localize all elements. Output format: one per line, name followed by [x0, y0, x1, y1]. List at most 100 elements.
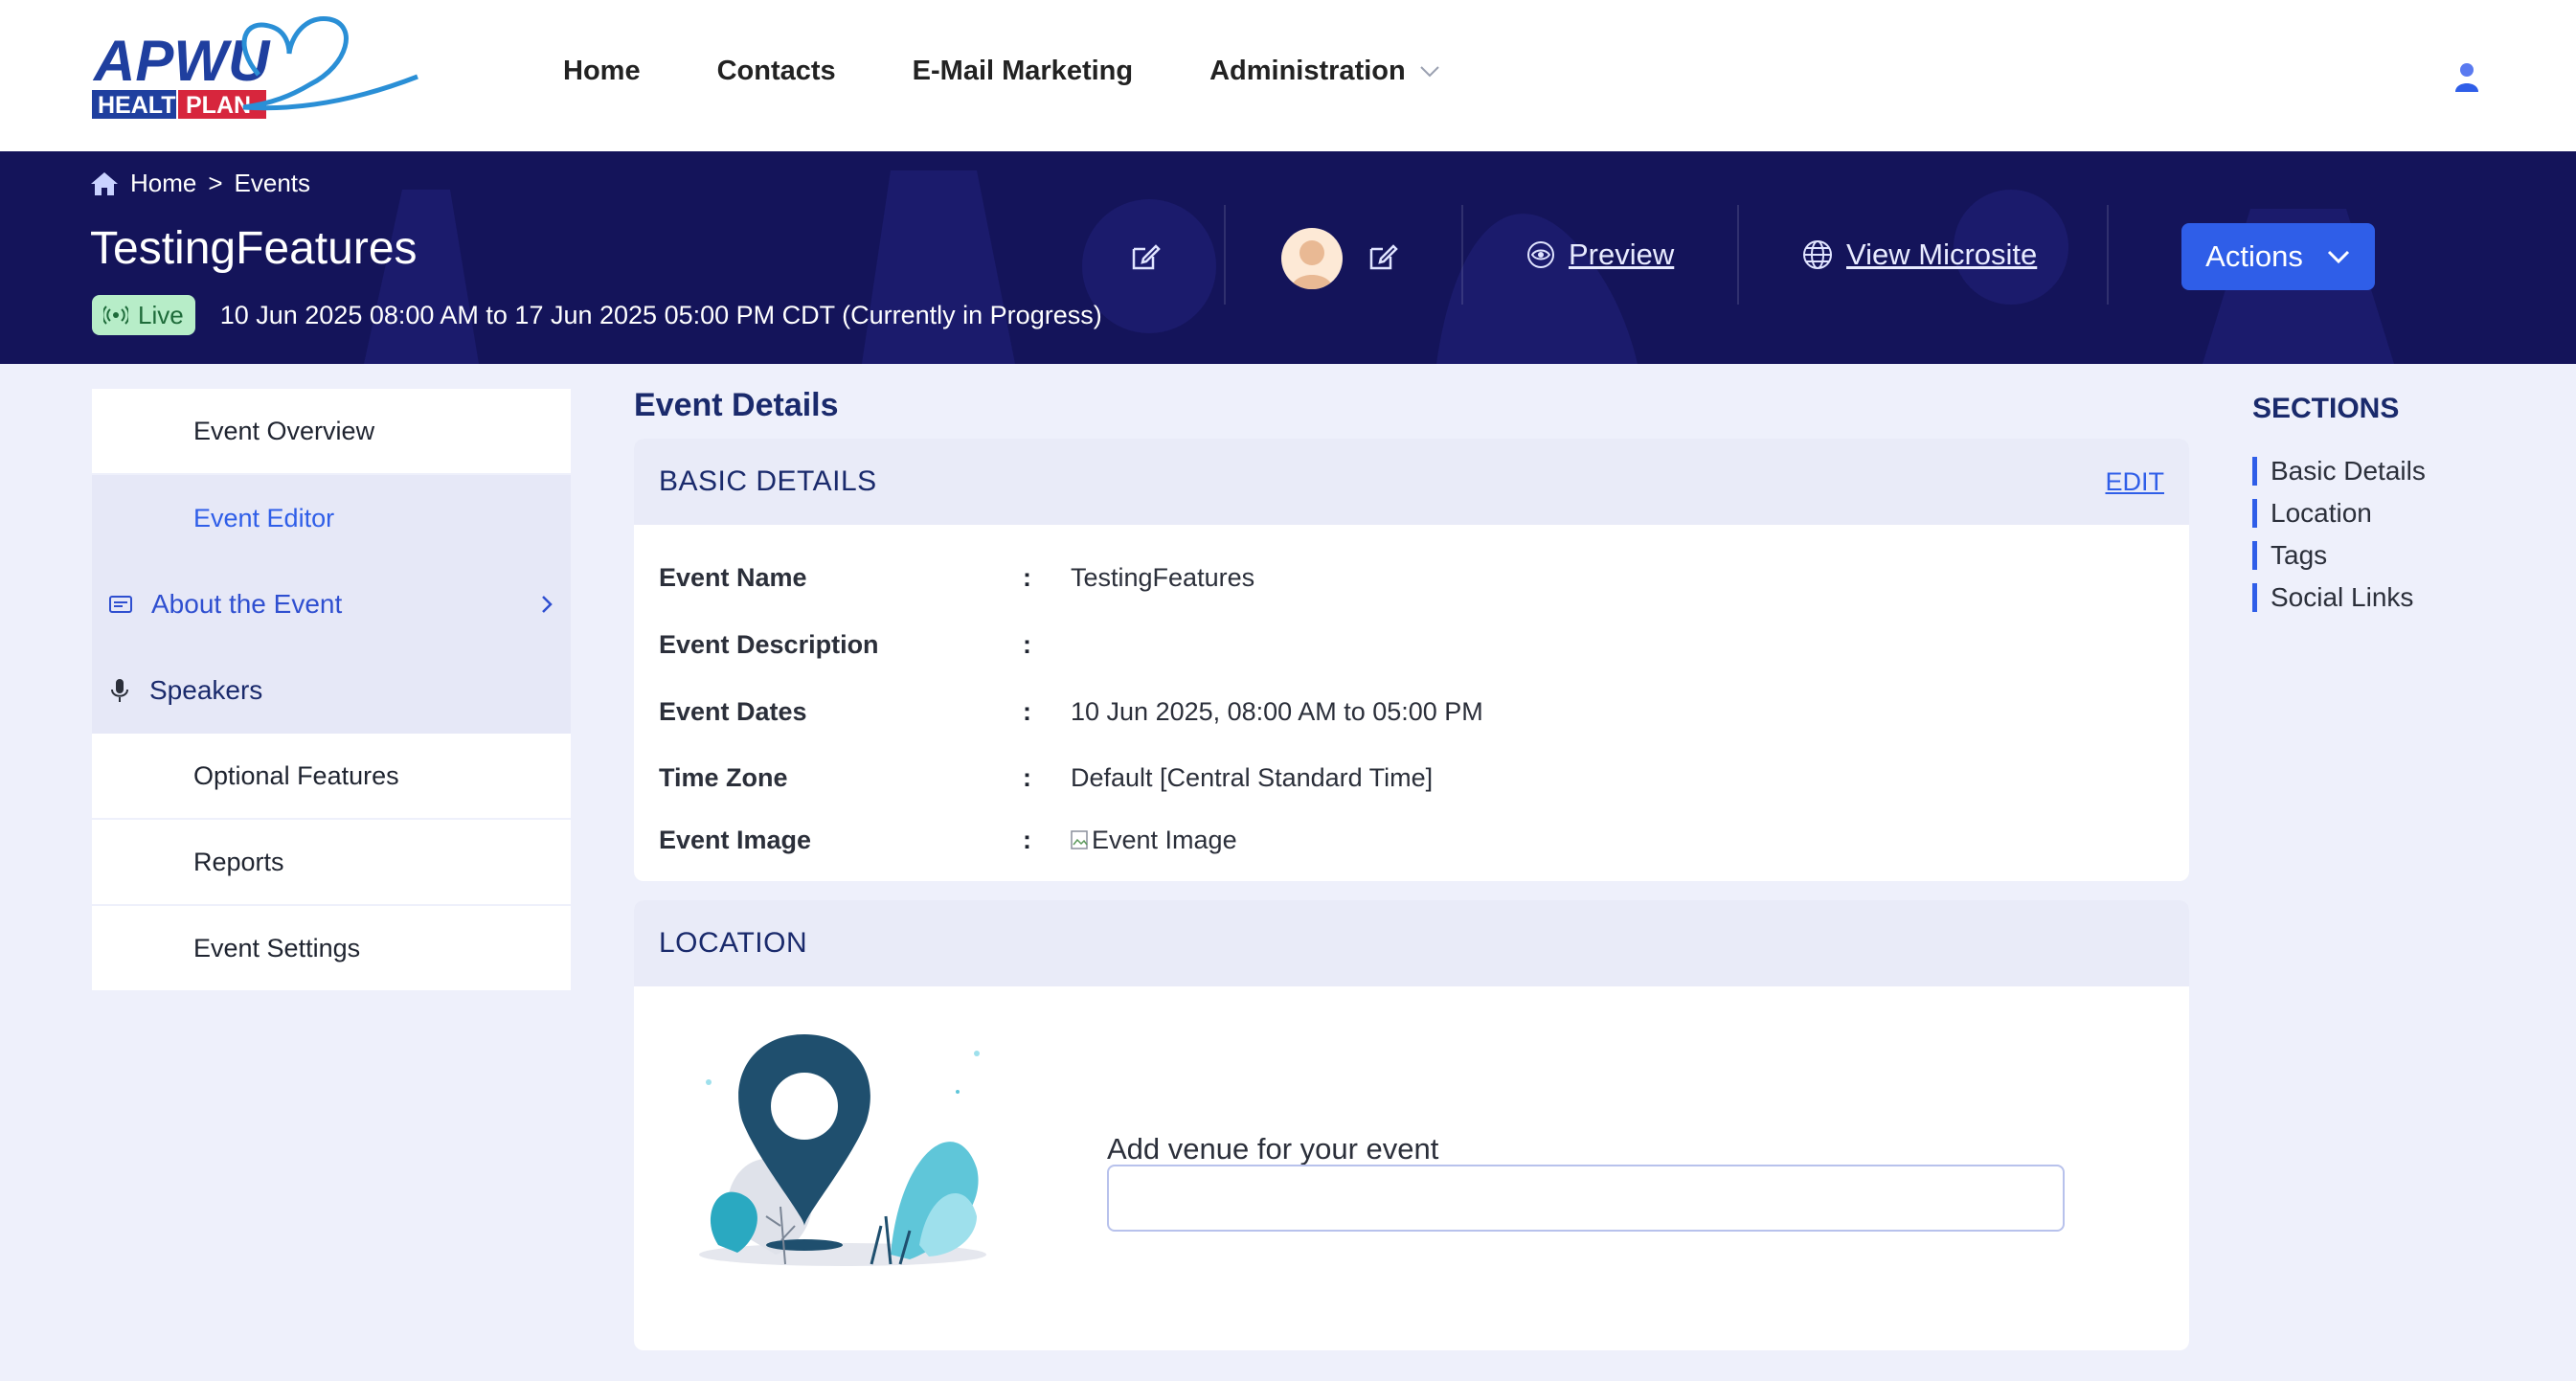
detail-colon: :	[1023, 763, 1031, 792]
sidebar-item-event-editor[interactable]: Event Editor	[92, 475, 571, 561]
detail-row-event-image: Event Image : Event Image	[659, 826, 1237, 855]
detail-colon: :	[1023, 826, 1031, 854]
event-date-range: 10 Jun 2025 08:00 AM to 17 Jun 2025 05:0…	[219, 300, 1102, 329]
sidebar-item-about-the-event[interactable]: About the Event	[92, 561, 571, 647]
section-marker	[2252, 541, 2257, 570]
detail-value: TestingFeatures	[1071, 563, 1255, 592]
sidebar-item-label: Speakers	[149, 675, 263, 705]
sidebar-item-event-settings[interactable]: Event Settings	[92, 906, 571, 992]
detail-row-time-zone: Time Zone : Default [Central Standard Ti…	[659, 763, 1433, 793]
location-heading: LOCATION	[659, 927, 808, 959]
event-status-row: Live 10 Jun 2025 08:00 AM to 17 Jun 2025…	[92, 295, 1102, 335]
detail-row-event-name: Event Name : TestingFeatures	[659, 563, 1254, 593]
breadcrumb-current[interactable]: Events	[235, 169, 311, 198]
header-divider	[1461, 205, 1463, 305]
event-sidebar: Event Overview Event Editor About the Ev…	[92, 389, 571, 992]
section-label: Tags	[2271, 540, 2328, 570]
location-header: LOCATION	[634, 900, 2189, 986]
detail-colon: :	[1023, 563, 1031, 592]
apwu-health-plan-logo[interactable]: APWU HEALTH PLAN	[90, 8, 425, 128]
location-body: Add venue for your event	[634, 986, 2189, 1350]
section-marker	[2252, 457, 2257, 486]
basic-details-card: BASIC DETAILS EDIT Event Name : TestingF…	[634, 439, 2189, 881]
sidebar-item-speakers[interactable]: Speakers	[92, 647, 571, 734]
preview-label: Preview	[1569, 238, 1675, 271]
sidebar-item-label: About the Event	[151, 589, 343, 619]
sections-nav: Basic Details Location Tags Social Links	[2252, 450, 2426, 619]
section-marker	[2252, 583, 2257, 612]
detail-key: Event Dates	[659, 697, 807, 726]
detail-colon: :	[1023, 630, 1031, 659]
svg-text:PLAN: PLAN	[186, 92, 251, 119]
edit-basic-details-link[interactable]: EDIT	[2105, 467, 2164, 497]
view-microsite-link[interactable]: View Microsite	[1802, 238, 2037, 272]
broken-image-icon	[1071, 829, 1088, 849]
section-link-basic-details[interactable]: Basic Details	[2252, 450, 2426, 492]
card-icon	[109, 596, 132, 613]
user-icon[interactable]	[2453, 61, 2480, 92]
event-title: TestingFeatures	[90, 223, 418, 274]
chevron-down-icon	[1420, 65, 1439, 77]
nav-administration[interactable]: Administration	[1209, 56, 1440, 87]
avatar[interactable]	[1281, 228, 1343, 289]
edit-title-icon[interactable]	[1130, 241, 1161, 272]
edit-image-icon[interactable]	[1367, 241, 1398, 272]
nav-home[interactable]: Home	[563, 56, 641, 87]
top-navbar: APWU HEALTH PLAN Home Contacts E-Mail Ma…	[0, 0, 2576, 151]
map-pin-illustration	[699, 1034, 986, 1266]
sidebar-item-label: Event Editor	[193, 503, 335, 532]
detail-value: 10 Jun 2025, 08:00 AM to 05:00 PM	[1071, 697, 1483, 726]
sidebar-item-label: Reports	[193, 847, 284, 876]
actions-label: Actions	[2205, 239, 2303, 273]
sections-title: SECTIONS	[2252, 393, 2400, 424]
section-link-tags[interactable]: Tags	[2252, 534, 2426, 577]
main-nav: Home Contacts E-Mail Marketing Administr…	[563, 56, 1440, 87]
live-badge-label: Live	[138, 300, 184, 329]
view-microsite-label: View Microsite	[1846, 238, 2038, 271]
detail-row-event-dates: Event Dates : 10 Jun 2025, 08:00 AM to 0…	[659, 697, 1483, 727]
sidebar-item-label: Optional Features	[193, 760, 399, 790]
detail-key: Time Zone	[659, 763, 788, 792]
sidebar-item-event-overview[interactable]: Event Overview	[92, 389, 571, 475]
detail-key: Event Image	[659, 826, 812, 854]
nav-contacts[interactable]: Contacts	[717, 56, 836, 87]
live-badge: Live	[92, 295, 195, 335]
sidebar-item-label: Event Settings	[193, 933, 361, 962]
detail-row-event-description: Event Description :	[659, 630, 1071, 660]
breadcrumb-separator: >	[208, 169, 223, 197]
basic-details-header: BASIC DETAILS EDIT	[634, 439, 2189, 525]
section-label: Social Links	[2271, 582, 2414, 612]
globe-icon	[1803, 240, 1832, 269]
sidebar-item-optional-features[interactable]: Optional Features	[92, 734, 571, 820]
nav-administration-label: Administration	[1209, 56, 1406, 86]
microphone-icon	[111, 679, 128, 702]
header-divider	[1224, 205, 1226, 305]
section-link-location[interactable]: Location	[2252, 492, 2426, 534]
event-image-alt: Event Image	[1092, 826, 1237, 854]
eye-icon	[1527, 241, 1554, 268]
header-divider	[2107, 205, 2109, 305]
broadcast-icon	[103, 306, 128, 325]
section-link-social-links[interactable]: Social Links	[2252, 577, 2426, 619]
basic-details-heading: BASIC DETAILS	[659, 465, 877, 497]
section-label: Location	[2271, 498, 2372, 528]
event-image-placeholder: Event Image	[1071, 826, 1237, 855]
detail-key: Event Description	[659, 630, 879, 659]
nav-email-marketing[interactable]: E-Mail Marketing	[913, 56, 1133, 87]
venue-input[interactable]	[1107, 1165, 2065, 1232]
detail-value: Default [Central Standard Time]	[1071, 763, 1434, 792]
page-title: Event Details	[634, 387, 839, 423]
sidebar-item-reports[interactable]: Reports	[92, 820, 571, 906]
chevron-down-icon	[2327, 250, 2349, 264]
nav-home-label: Home	[563, 56, 641, 86]
preview-link[interactable]: Preview	[1526, 238, 1674, 272]
section-marker	[2252, 499, 2257, 528]
home-icon[interactable]	[90, 171, 119, 196]
breadcrumb-home[interactable]: Home	[130, 169, 196, 198]
detail-key: Event Name	[659, 563, 807, 592]
breadcrumb: Home > Events	[90, 169, 310, 198]
header-divider	[1737, 205, 1739, 305]
chevron-right-icon	[542, 596, 553, 613]
actions-button[interactable]: Actions	[2181, 223, 2375, 290]
detail-colon: :	[1023, 697, 1031, 726]
